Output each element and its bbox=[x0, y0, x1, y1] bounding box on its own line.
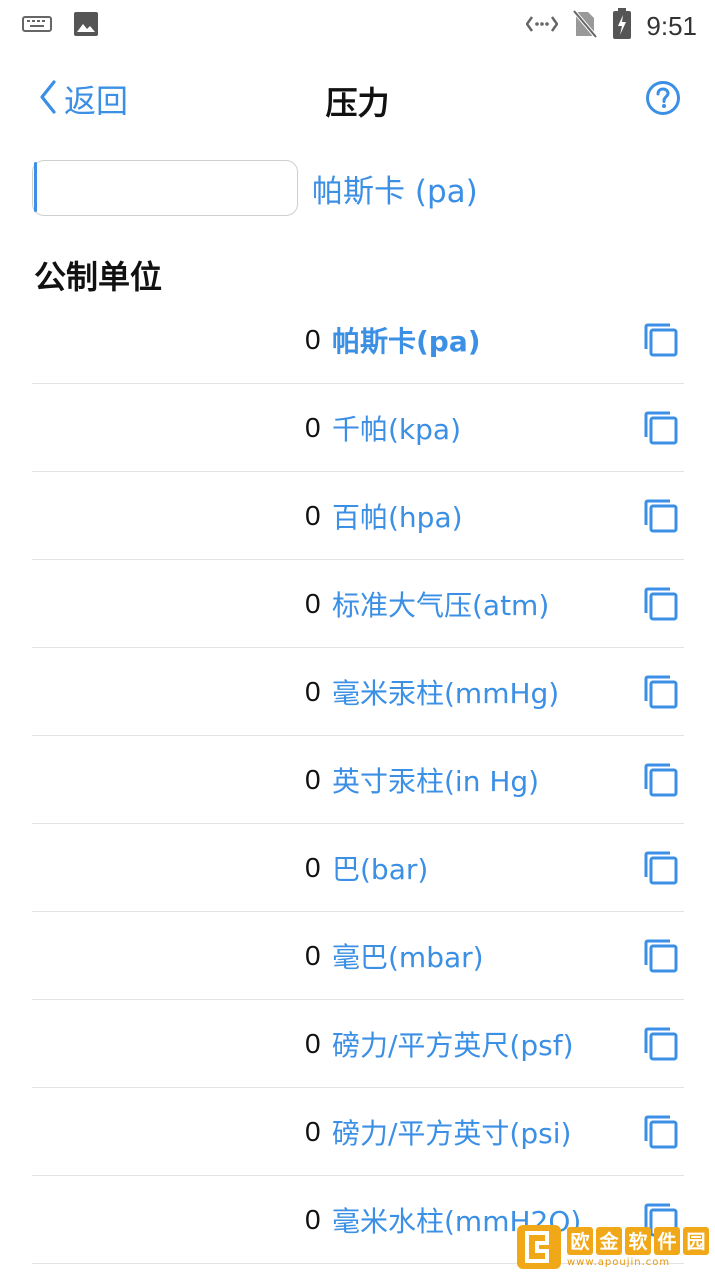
unit-label[interactable]: 英寸汞柱(in Hg) bbox=[332, 760, 539, 800]
unit-value: 0 bbox=[305, 763, 321, 795]
watermark: 欧 金 软 件 园 www.apoujin.com bbox=[517, 1222, 709, 1272]
copy-icon[interactable] bbox=[642, 937, 680, 975]
list-item: 0 毫巴(mbar) bbox=[32, 912, 684, 1000]
unit-label[interactable]: 磅力/平方英尺(psf) bbox=[332, 1024, 574, 1064]
list-item: 0 巴(bar) bbox=[32, 824, 684, 912]
watermark-char: 金 bbox=[596, 1226, 622, 1255]
unit-value: 0 bbox=[305, 1115, 321, 1147]
help-button[interactable] bbox=[645, 80, 681, 120]
watermark-char: 软 bbox=[625, 1226, 651, 1255]
list-item: 0 百帕(hpa) bbox=[32, 472, 684, 560]
value-input[interactable] bbox=[32, 160, 298, 216]
copy-icon[interactable] bbox=[642, 497, 680, 535]
unit-label[interactable]: 帕斯卡(pa) bbox=[332, 320, 481, 360]
list-item: 0 毫米汞柱(mmHg) bbox=[32, 648, 684, 736]
copy-icon[interactable] bbox=[642, 1025, 680, 1063]
unit-label[interactable]: 巴(bar) bbox=[332, 848, 428, 888]
unit-label[interactable]: 千帕(kpa) bbox=[332, 408, 461, 448]
unit-selector[interactable]: 帕斯卡 (pa) bbox=[312, 166, 478, 211]
unit-value: 0 bbox=[305, 939, 321, 971]
copy-icon[interactable] bbox=[642, 849, 680, 887]
unit-label[interactable]: 标准大气压(atm) bbox=[332, 584, 549, 624]
watermark-logo-icon bbox=[517, 1225, 561, 1269]
watermark-char: 欧 bbox=[567, 1226, 593, 1255]
image-icon bbox=[72, 10, 100, 42]
list-item: 0 磅力/平方英尺(psf) bbox=[32, 1000, 684, 1088]
nav-bar: 返回 压力 bbox=[0, 64, 715, 134]
status-time: 9:51 bbox=[646, 10, 697, 41]
keyboard-icon bbox=[22, 14, 52, 38]
unit-value: 0 bbox=[305, 587, 321, 619]
unit-list: 0 帕斯卡(pa) 0 千帕(kpa) 0 百帕(hpa) 0 标准大气压(at… bbox=[32, 296, 684, 1264]
watermark-char: 园 bbox=[683, 1226, 709, 1255]
help-circle-icon bbox=[645, 81, 681, 120]
list-item: 0 千帕(kpa) bbox=[32, 384, 684, 472]
section-title: 公制单位 bbox=[34, 258, 163, 296]
page-title: 压力 bbox=[325, 84, 390, 122]
list-item: 0 标准大气压(atm) bbox=[32, 560, 684, 648]
unit-value: 0 bbox=[305, 1027, 321, 1059]
unit-value: 0 bbox=[305, 499, 321, 531]
unit-value: 0 bbox=[305, 411, 321, 443]
text-caret bbox=[34, 162, 37, 212]
unit-value: 0 bbox=[305, 323, 321, 355]
copy-icon[interactable] bbox=[642, 1113, 680, 1151]
list-item: 0 磅力/平方英寸(psi) bbox=[32, 1088, 684, 1176]
copy-icon[interactable] bbox=[642, 761, 680, 799]
unit-label[interactable]: 磅力/平方英寸(psi) bbox=[332, 1112, 571, 1152]
no-sim-icon bbox=[572, 9, 598, 43]
data-sync-icon bbox=[525, 13, 559, 39]
unit-label[interactable]: 百帕(hpa) bbox=[332, 496, 463, 536]
unit-value: 0 bbox=[305, 675, 321, 707]
copy-icon[interactable] bbox=[642, 321, 680, 359]
status-bar: 9:51 bbox=[0, 0, 715, 52]
input-row: 帕斯卡 (pa) bbox=[32, 158, 692, 218]
copy-icon[interactable] bbox=[642, 673, 680, 711]
unit-value: 0 bbox=[305, 1203, 321, 1235]
list-item: 0 英寸汞柱(in Hg) bbox=[32, 736, 684, 824]
list-item: 0 帕斯卡(pa) bbox=[32, 296, 684, 384]
unit-label[interactable]: 毫米汞柱(mmHg) bbox=[332, 672, 559, 712]
unit-value: 0 bbox=[305, 851, 321, 883]
copy-icon[interactable] bbox=[642, 585, 680, 623]
battery-charging-icon bbox=[612, 8, 632, 44]
copy-icon[interactable] bbox=[642, 409, 680, 447]
unit-label[interactable]: 毫巴(mbar) bbox=[332, 936, 484, 976]
watermark-char: 件 bbox=[654, 1226, 680, 1255]
watermark-url: www.apoujin.com bbox=[567, 1256, 671, 1268]
